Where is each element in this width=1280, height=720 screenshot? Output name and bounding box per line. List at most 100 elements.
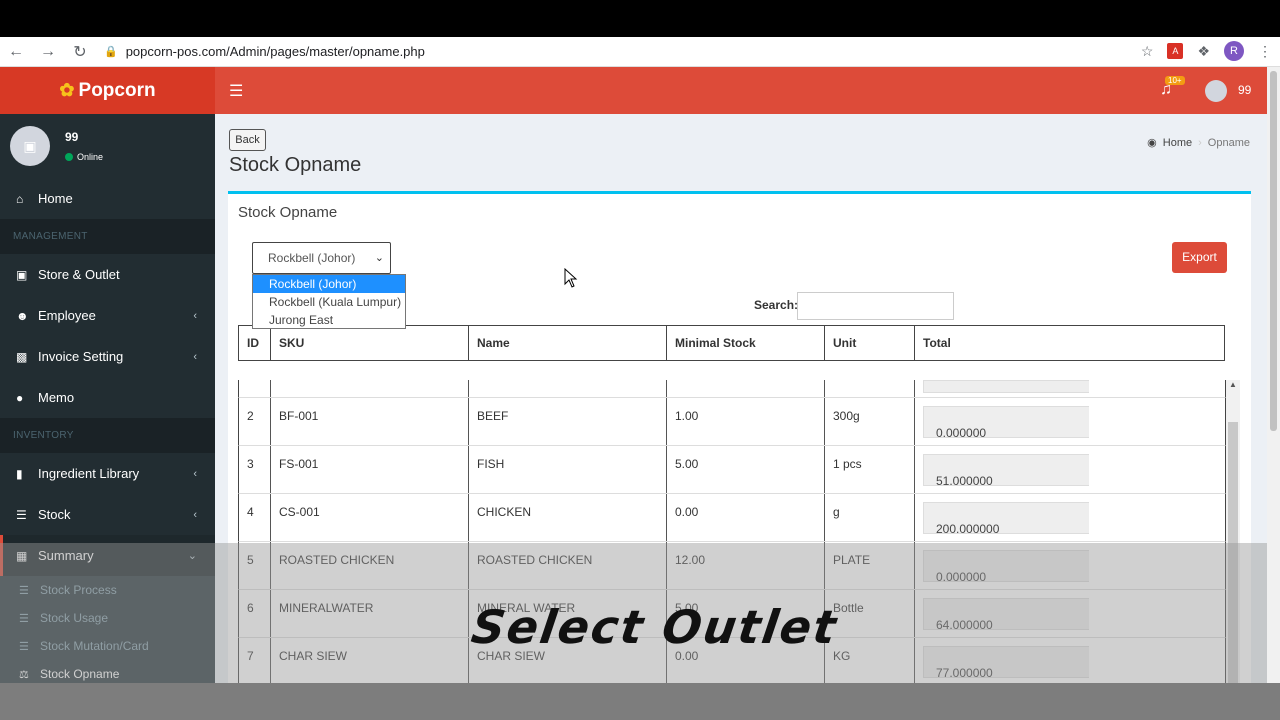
column-header[interactable]: SKU: [271, 326, 469, 360]
sidebar-item-label: Employee: [38, 308, 96, 323]
cell-min-stock: 0.00: [667, 494, 825, 541]
cell-id: 4: [239, 494, 271, 541]
breadcrumb: ◉ Home › Opname: [1147, 136, 1250, 150]
outlet-option[interactable]: Jurong East: [253, 311, 405, 329]
cell-id: 3: [239, 446, 271, 493]
menu-header-inventory: INVENTORY: [0, 418, 215, 453]
puzzle-icon[interactable]: ❖: [1197, 43, 1210, 60]
users-icon: ☻: [16, 308, 29, 323]
app-window: ✿ Popcorn ▣ 99 Online ⌂ Home MANAGEMENT ▣ S…: [0, 67, 1267, 683]
total-input[interactable]: 200.000000: [923, 502, 1089, 536]
cell-unit: g: [825, 494, 915, 541]
menu-header-management: MANAGEMENT: [0, 219, 215, 254]
cell-sku: BF-001: [271, 398, 469, 445]
back-button[interactable]: Back: [229, 129, 266, 151]
mouse-cursor-icon: [564, 268, 578, 288]
video-caption: Select Outlet: [468, 600, 842, 654]
total-input[interactable]: 0.000000: [923, 406, 1089, 440]
cell-min-stock: 1.00: [667, 398, 825, 445]
breadcrumb-home[interactable]: Home: [1163, 137, 1192, 149]
url-text: popcorn-pos.com/Admin/pages/master/opnam…: [125, 44, 425, 59]
popcorn-icon: ✿: [59, 80, 75, 100]
outlet-option[interactable]: Rockbell (Kuala Lumpur): [253, 293, 405, 311]
column-header[interactable]: ID: [239, 326, 271, 360]
back-arrow-icon[interactable]: ←: [0, 43, 32, 61]
column-header[interactable]: Name: [469, 326, 667, 360]
user-avatar: ▣: [10, 126, 50, 166]
user-panel: ▣ 99 Online: [0, 114, 215, 178]
column-header[interactable]: Minimal Stock: [667, 326, 825, 360]
sidebar-item-label: Home: [38, 191, 73, 206]
export-button[interactable]: Export: [1172, 242, 1227, 273]
chevron-left-icon: ‹: [193, 508, 197, 521]
sidebar-item-label: Ingredient Library: [38, 466, 140, 481]
cell-name: FISH: [469, 446, 667, 493]
cell-sku: FS-001: [271, 446, 469, 493]
star-icon[interactable]: ☆: [1141, 43, 1154, 60]
cell-unit: 300g: [825, 398, 915, 445]
hamburger-menu-icon[interactable]: ☰: [229, 81, 243, 101]
cell-unit: 1 pcs: [825, 446, 915, 493]
search-input[interactable]: [797, 292, 954, 320]
cell-name: BEEF: [469, 398, 667, 445]
sidebar-item-home[interactable]: ⌂ Home: [0, 178, 215, 219]
column-header[interactable]: Unit: [825, 326, 915, 360]
address-bar[interactable]: 🔒 popcorn-pos.com/Admin/pages/master/opn…: [104, 44, 425, 59]
user-name: 99: [65, 130, 79, 144]
forward-arrow-icon[interactable]: →: [32, 43, 64, 61]
sidebar-item-memo[interactable]: ● Memo: [0, 377, 215, 418]
table-row: 4 CS-001 CHICKEN 0.00 g 200.000000: [238, 494, 1226, 542]
scroll-up-arrow-icon[interactable]: ▲: [1226, 380, 1240, 389]
bank-icon: ▣: [16, 267, 28, 282]
status-text: Online: [77, 152, 104, 162]
kebab-menu-icon[interactable]: ⋮: [1258, 43, 1272, 60]
chevron-left-icon: ‹: [193, 309, 197, 322]
page-scrollbar[interactable]: [1267, 67, 1280, 683]
database-icon: ☰: [16, 507, 27, 522]
comment-icon: ●: [16, 390, 24, 405]
outlet-option[interactable]: Rockbell (Johor): [253, 275, 405, 293]
dashboard-icon: ◉: [1147, 137, 1157, 149]
top-header: ☰ ♫ 10+ 99: [215, 67, 1267, 114]
box-title: Stock Opname: [238, 204, 338, 221]
sidebar-item-label: Store & Outlet: [38, 267, 120, 282]
sidebar-item-stock[interactable]: ☰ Stock ‹: [0, 494, 215, 535]
header-user-avatar[interactable]: [1205, 80, 1227, 102]
breadcrumb-current: Opname: [1207, 136, 1250, 149]
sidebar-item-invoice-setting[interactable]: ▩ Invoice Setting ‹: [0, 336, 215, 377]
page-scrollbar-thumb[interactable]: [1270, 71, 1277, 431]
sidebar-item-ingredient-library[interactable]: ▮ Ingredient Library ‹: [0, 453, 215, 494]
table-row-partial: [238, 380, 1226, 398]
pdf-extension-icon[interactable]: A: [1167, 43, 1184, 59]
cell-sku: CS-001: [271, 494, 469, 541]
lock-icon: 🔒: [104, 46, 118, 58]
table-header: ID SKU Name Minimal Stock Unit Total: [238, 325, 1225, 361]
chevron-left-icon: ‹: [193, 350, 197, 363]
outlet-dropdown: Rockbell (Johor) Rockbell (Kuala Lumpur)…: [252, 274, 406, 329]
total-input[interactable]: 51.000000: [923, 454, 1089, 488]
sidebar-item-label: Memo: [38, 390, 75, 405]
online-dot-icon: [65, 153, 73, 161]
browser-toolbar: ← → ↻ 🔒 popcorn-pos.com/Admin/pages/mast…: [0, 37, 1280, 67]
header-user-name[interactable]: 99: [1238, 83, 1251, 97]
chevron-left-icon: ‹: [193, 467, 197, 480]
total-input[interactable]: [923, 380, 1089, 393]
chevron-down-icon: ⌄: [374, 252, 384, 264]
notification-badge: 10+: [1165, 76, 1185, 85]
column-header[interactable]: Total: [915, 326, 1224, 360]
profile-avatar[interactable]: R: [1224, 41, 1244, 61]
sidebar-item-employee[interactable]: ☻ Employee ‹: [0, 295, 215, 336]
sidebar-item-label: Stock: [38, 507, 71, 522]
book-icon: ▮: [16, 466, 23, 481]
app-logo[interactable]: ✿ Popcorn: [0, 67, 215, 114]
page-title: Stock Opname: [229, 154, 362, 176]
sidebar-item-store-outlet[interactable]: ▣ Store & Outlet: [0, 254, 215, 295]
video-letterbox-bottom: [0, 683, 1280, 720]
money-icon: ▩: [16, 349, 28, 364]
search-label: Search:: [754, 298, 799, 312]
video-letterbox-top: [0, 0, 1280, 37]
logo-text: Popcorn: [78, 79, 156, 101]
reload-icon[interactable]: ↻: [64, 42, 96, 62]
breadcrumb-separator: ›: [1198, 136, 1202, 149]
outlet-select[interactable]: Rockbell (Johor) ⌄: [252, 242, 391, 274]
